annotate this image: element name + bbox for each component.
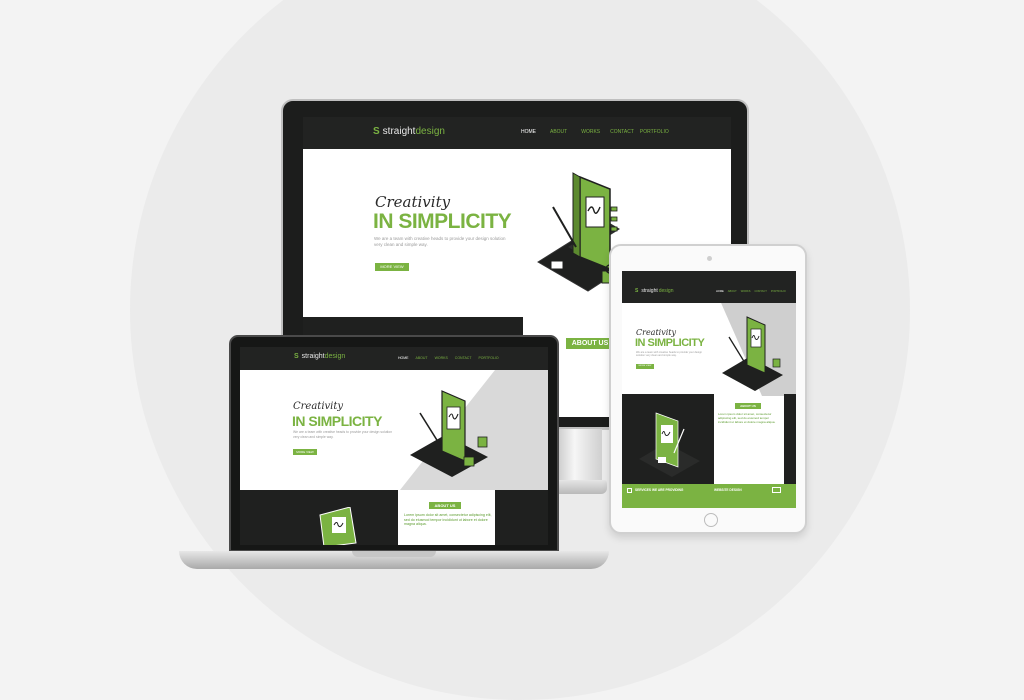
- s-logo-icon: S: [635, 288, 639, 294]
- logo-text-straight: straight: [382, 126, 416, 137]
- tablet-screen: S straight design HOME ABOUT WORKS CONTAC…: [622, 271, 796, 508]
- nav-portfolio[interactable]: PORTFOLIO: [478, 356, 498, 360]
- desktop-navbar: S straight design HOME ABOUT WORKS CONTAC…: [303, 117, 731, 149]
- logo-text-design: design: [658, 288, 674, 294]
- tablet-hero-script: Creativity: [636, 328, 677, 337]
- desktop-menu: HOME ABOUT WORKS CONTACT PORTFOLIO: [521, 129, 669, 135]
- logo-text-straight: straight: [641, 288, 658, 294]
- laptop-screen: S straight design HOME ABOUT WORKS CONTAC…: [240, 347, 548, 545]
- nav-works[interactable]: WORKS: [741, 290, 751, 293]
- checkbox-icon: [627, 488, 632, 493]
- laptop-notch: [352, 551, 436, 557]
- desktop-logo[interactable]: S straight design: [373, 126, 445, 137]
- tablet-camera: [707, 256, 712, 261]
- tablet-services-label: SERVICES WE ARE PROVIDING: [635, 488, 684, 492]
- desktop-more-view-button[interactable]: MORE VIEW: [375, 263, 409, 271]
- laptop-logo[interactable]: S straight design: [294, 353, 345, 360]
- laptop-dark-side: [495, 490, 548, 545]
- nav-contact[interactable]: CONTACT: [755, 290, 767, 293]
- tablet-about-us-label: ABOUT US: [735, 403, 761, 409]
- desktop-hero-text: We are a team with creative heads to pro…: [374, 236, 506, 247]
- nav-home[interactable]: HOME: [521, 129, 536, 135]
- tablet-services-bar: SERVICES WE ARE PROVIDING WEBSITE DESIGN: [622, 484, 796, 508]
- s-logo-icon: S: [373, 126, 380, 137]
- tablet-more-view-button[interactable]: MORE VIEW: [636, 364, 654, 369]
- desktop-about-us-label: ABOUT US: [566, 338, 614, 349]
- tablet-navbar: S straight design HOME ABOUT WORKS CONTAC…: [622, 271, 796, 303]
- tablet-home-button[interactable]: [704, 513, 718, 527]
- tablet: S straight design HOME ABOUT WORKS CONTAC…: [609, 244, 807, 534]
- laptop-hero-script: Creativity: [293, 401, 344, 412]
- desktop-hero-headline: IN SIMPLICITY: [373, 210, 512, 233]
- nav-about[interactable]: ABOUT: [728, 290, 737, 293]
- monitor-icon: [772, 487, 781, 493]
- laptop-menu: HOME ABOUT WORKS CONTACT PORTFOLIO: [398, 356, 499, 360]
- laptop-more-view-button[interactable]: MORE VIEW: [293, 449, 317, 455]
- desktop-hero-script: Creativity: [375, 193, 451, 211]
- tablet-logo[interactable]: S straight design: [635, 288, 673, 294]
- nav-works[interactable]: WORKS: [581, 129, 600, 135]
- nav-contact[interactable]: CONTACT: [610, 129, 634, 135]
- tablet-about-text: Lorem ipsum dolor sit amet, consectetur …: [718, 412, 776, 425]
- laptop-signature-illustration: [410, 390, 488, 477]
- nav-home[interactable]: HOME: [398, 356, 409, 360]
- nav-about[interactable]: ABOUT: [550, 129, 567, 135]
- logo-text-design: design: [324, 353, 346, 360]
- tablet-hero-headline: IN SIMPLICITY: [635, 337, 705, 349]
- laptop-navbar: S straight design HOME ABOUT WORKS CONTAC…: [240, 347, 548, 370]
- nav-home[interactable]: HOME: [716, 290, 724, 293]
- laptop-about-illustration: [319, 507, 357, 545]
- tablet-dark-side: [784, 394, 796, 484]
- laptop-about-us-label: ABOUT US: [429, 502, 461, 509]
- logo-text-straight: straight: [301, 353, 325, 360]
- tablet-about-illustration: [639, 412, 700, 477]
- laptop-hero-text: We are a team with creative heads to pro…: [293, 430, 393, 439]
- tablet-service-item: WEBSITE DESIGN: [714, 488, 742, 492]
- nav-works[interactable]: WORKS: [435, 356, 448, 360]
- tablet-signature-illustration: [722, 316, 783, 391]
- nav-portfolio[interactable]: PORTFOLIO: [771, 290, 786, 293]
- laptop-hero-headline: IN SIMPLICITY: [292, 413, 382, 429]
- nav-about[interactable]: ABOUT: [416, 356, 428, 360]
- nav-contact[interactable]: CONTACT: [455, 356, 472, 360]
- nav-portfolio[interactable]: PORTFOLIO: [640, 129, 669, 135]
- tablet-hero-text: We are a team with creative heads to pro…: [636, 351, 703, 358]
- laptop-about-text: Lorem ipsum dolor sit amet, consectetur …: [404, 513, 492, 527]
- logo-text-design: design: [415, 126, 445, 137]
- monitor-stand-neck: [552, 420, 602, 482]
- laptop: S straight design HOME ABOUT WORKS CONTAC…: [229, 335, 559, 552]
- tablet-menu: HOME ABOUT WORKS CONTACT PORTFOLIO: [716, 290, 786, 293]
- s-logo-icon: S: [294, 353, 299, 360]
